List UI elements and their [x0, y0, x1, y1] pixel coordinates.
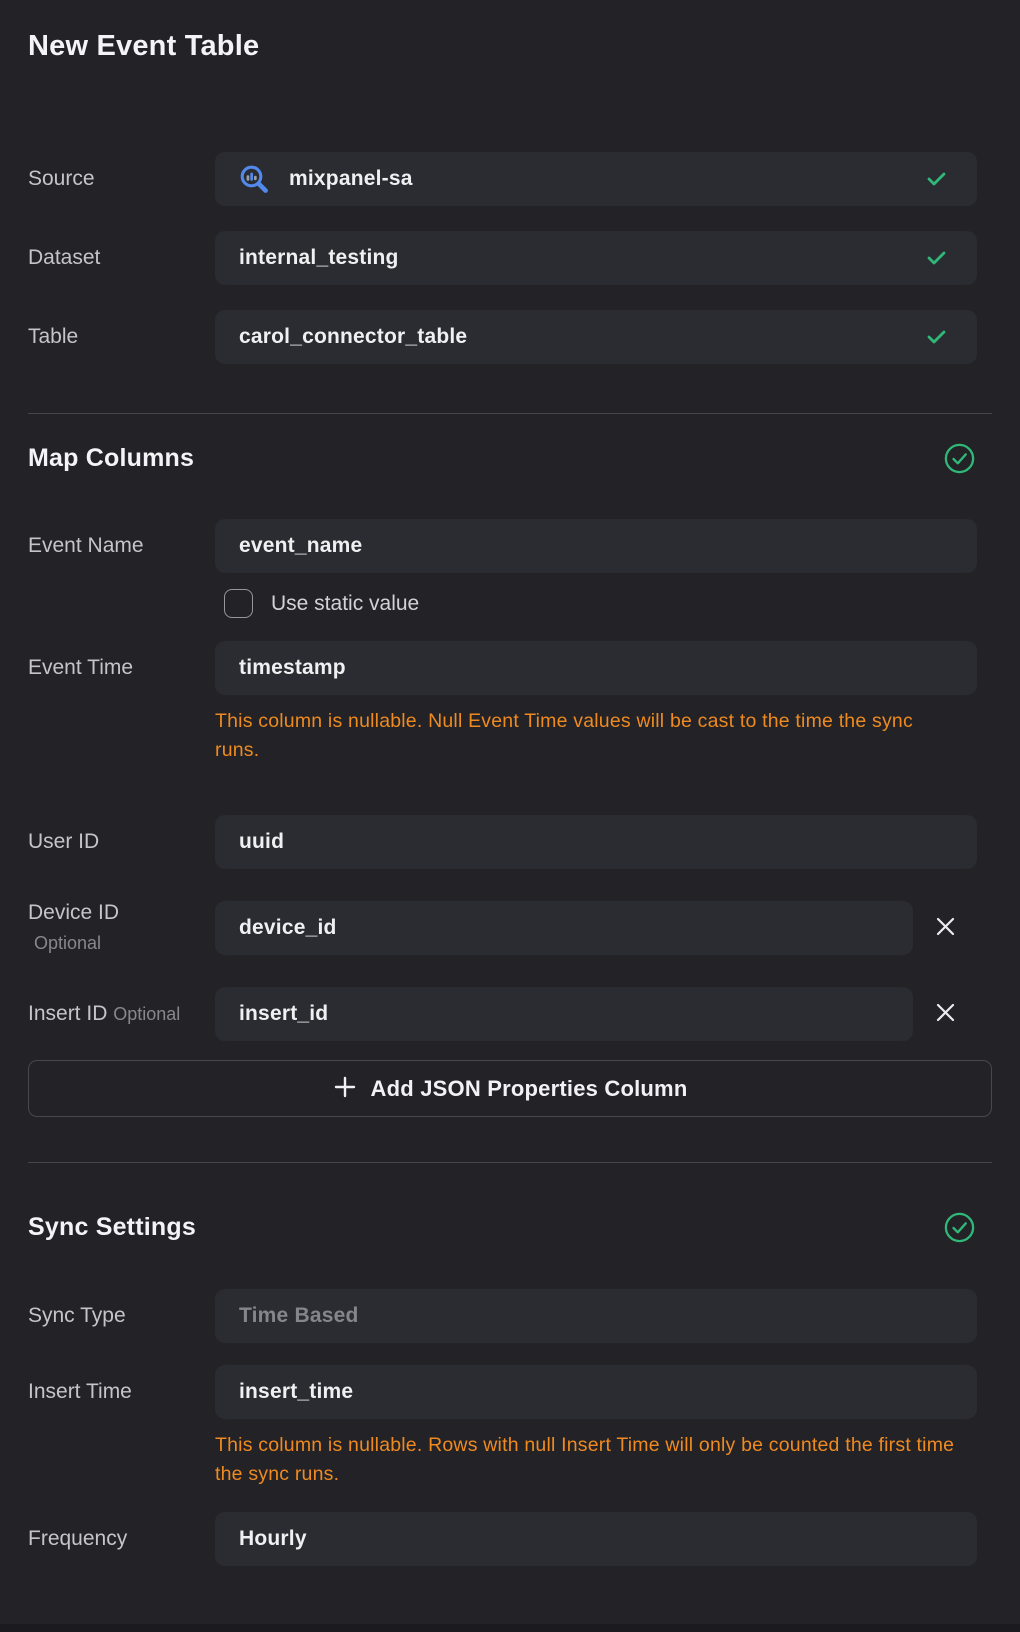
sync-settings-header: Sync Settings — [28, 1212, 992, 1243]
insert-time-row: Insert Time insert_time — [28, 1365, 992, 1419]
insert-time-warning: This column is nullable. Rows with null … — [215, 1431, 955, 1489]
add-json-properties-button[interactable]: Add JSON Properties Column — [28, 1060, 992, 1117]
insert-id-optional-tag: Optional — [113, 1004, 180, 1024]
insert-id-field[interactable]: insert_id — [215, 987, 913, 1041]
static-value-row: Use static value — [224, 589, 992, 618]
table-field[interactable]: carol_connector_table — [215, 310, 977, 364]
dataset-label: Dataset — [28, 245, 215, 271]
remove-device-id-button[interactable] — [913, 915, 977, 941]
section-divider — [28, 413, 992, 414]
close-icon — [934, 1001, 957, 1027]
source-field[interactable]: mixpanel-sa — [215, 152, 977, 206]
event-time-value: timestamp — [239, 656, 346, 680]
frequency-field[interactable]: Hourly — [215, 1512, 977, 1566]
section-complete-icon — [944, 443, 975, 474]
valid-check-icon — [927, 329, 947, 345]
use-static-value-checkbox[interactable] — [224, 589, 253, 618]
bigquery-icon — [239, 164, 269, 194]
event-time-warning: This column is nullable. Null Event Time… — [215, 707, 955, 765]
device-id-field[interactable]: device_id — [215, 901, 913, 955]
new-event-table-form: New Event Table Source mixpanel-sa — [0, 0, 1020, 1566]
sync-type-field: Time Based — [215, 1289, 977, 1343]
table-value: carol_connector_table — [239, 325, 467, 349]
source-value: mixpanel-sa — [289, 167, 413, 191]
add-json-properties-label: Add JSON Properties Column — [371, 1076, 688, 1102]
insert-id-label: Insert ID Optional — [28, 1001, 215, 1027]
section-complete-icon — [944, 1212, 975, 1243]
insert-time-value: insert_time — [239, 1380, 353, 1404]
dataset-row: Dataset internal_testing — [28, 231, 992, 285]
user-id-label: User ID — [28, 829, 215, 855]
user-id-row: User ID uuid — [28, 815, 992, 869]
event-time-row: Event Time timestamp — [28, 641, 992, 695]
dataset-field[interactable]: internal_testing — [215, 231, 977, 285]
valid-check-icon — [927, 250, 947, 266]
sync-settings-title: Sync Settings — [28, 1213, 196, 1242]
page-title: New Event Table — [28, 30, 992, 63]
sync-type-row: Sync Type Time Based — [28, 1289, 992, 1343]
frequency-label: Frequency — [28, 1526, 215, 1552]
add-json-row: Add JSON Properties Column — [28, 1060, 992, 1117]
map-columns-header: Map Columns — [28, 443, 992, 474]
event-name-row: Event Name event_name — [28, 519, 992, 573]
insert-time-field[interactable]: insert_time — [215, 1365, 977, 1419]
insert-id-value: insert_id — [239, 1002, 328, 1026]
event-time-field[interactable]: timestamp — [215, 641, 977, 695]
bottom-edge-strip — [0, 1624, 1020, 1632]
plus-icon — [333, 1075, 357, 1102]
event-name-field[interactable]: event_name — [215, 519, 977, 573]
dataset-value: internal_testing — [239, 246, 399, 270]
table-label: Table — [28, 324, 215, 350]
device-id-optional-tag: Optional — [28, 930, 215, 956]
device-id-label: Device ID Optional — [28, 900, 215, 956]
close-icon — [934, 915, 957, 941]
device-id-row: Device ID Optional device_id — [28, 900, 992, 956]
frequency-row: Frequency Hourly — [28, 1512, 992, 1566]
remove-insert-id-button[interactable] — [913, 1001, 977, 1027]
insert-id-row: Insert ID Optional insert_id — [28, 987, 992, 1041]
section-divider — [28, 1162, 992, 1163]
event-time-label: Event Time — [28, 655, 215, 681]
insert-time-label: Insert Time — [28, 1379, 215, 1405]
table-row: Table carol_connector_table — [28, 310, 992, 364]
event-name-label: Event Name — [28, 533, 215, 559]
sync-type-label: Sync Type — [28, 1303, 215, 1329]
source-row: Source mixpanel-sa — [28, 152, 992, 206]
valid-check-icon — [927, 171, 947, 187]
sync-type-value: Time Based — [239, 1304, 359, 1328]
map-columns-title: Map Columns — [28, 444, 194, 473]
event-name-value: event_name — [239, 534, 362, 558]
source-label: Source — [28, 166, 215, 192]
user-id-value: uuid — [239, 830, 284, 854]
user-id-field[interactable]: uuid — [215, 815, 977, 869]
use-static-value-label: Use static value — [271, 592, 419, 616]
frequency-value: Hourly — [239, 1527, 307, 1551]
device-id-value: device_id — [239, 916, 337, 940]
